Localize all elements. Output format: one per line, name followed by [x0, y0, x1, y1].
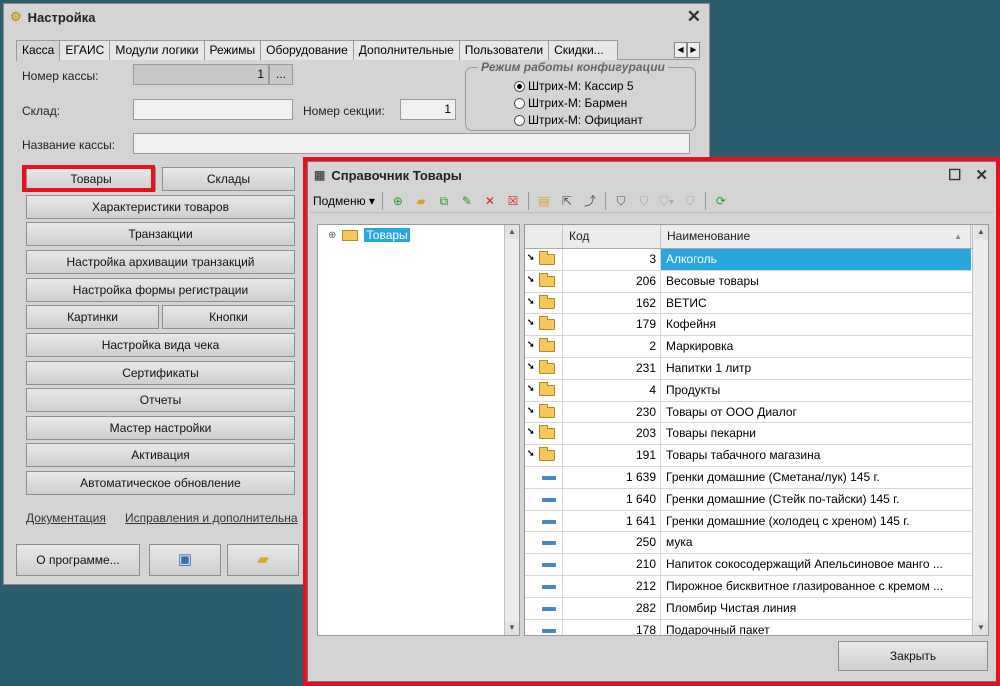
radio-selected-icon: [514, 80, 525, 92]
tab-egais[interactable]: ЕГАИС: [59, 40, 111, 60]
settings-tabs: Касса ЕГАИС Модули логики Режимы Оборудо…: [16, 40, 700, 61]
tab-kassa[interactable]: Касса: [16, 40, 61, 61]
register-number-label: Номер кассы:: [22, 69, 99, 83]
register-name-field[interactable]: [133, 133, 690, 154]
warehouses-button[interactable]: Склады: [162, 167, 295, 191]
activation-button[interactable]: Активация: [26, 443, 295, 467]
buttons-button[interactable]: Кнопки: [162, 305, 295, 329]
mode-group: Режим работы конфигурации Штрих-М: Касси…: [465, 60, 696, 131]
catalog-window-highlight: [303, 157, 1000, 686]
mode-radio-cashier[interactable]: Штрих-М: Кассир 5: [514, 79, 634, 93]
pictures-button[interactable]: Картинки: [26, 305, 159, 329]
mode-radio-waiter[interactable]: Штрих-М: Официант: [514, 113, 643, 127]
radio-icon: [514, 97, 525, 109]
register-number-select-button[interactable]: ...: [269, 64, 293, 85]
export-folder-icon[interactable]: ▰: [227, 544, 299, 576]
settings-title: Настройка: [27, 9, 96, 25]
settings-close-icon[interactable]: ✕: [687, 7, 701, 27]
reg-form-settings-button[interactable]: Настройка формы регистрации: [26, 278, 295, 302]
fixes-link[interactable]: Исправления и дополнительна: [125, 511, 301, 525]
settings-titlebar: ⚙ Настройка: [4, 4, 709, 30]
mode-group-legend: Режим работы конфигурации: [478, 60, 668, 74]
goods-button-highlight: [22, 165, 155, 192]
transactions-button[interactable]: Транзакции: [26, 222, 295, 246]
tab-additional[interactable]: Дополнительные: [352, 40, 460, 60]
warehouse-field[interactable]: [133, 99, 293, 120]
settings-app-icon: ⚙: [10, 9, 22, 24]
tab-scroll: ◀ ▶: [674, 42, 700, 58]
save-icon[interactable]: ▣: [149, 544, 221, 576]
tab-scroll-right-icon[interactable]: ▶: [687, 42, 700, 58]
mode-radio-barman[interactable]: Штрих-М: Бармен: [514, 96, 627, 110]
section-number-label: Номер секции:: [303, 104, 385, 118]
characteristics-button[interactable]: Характеристики товаров: [26, 195, 295, 219]
section-number-field[interactable]: 1: [400, 99, 456, 120]
tab-equipment[interactable]: Оборудование: [260, 40, 354, 60]
reports-button[interactable]: Отчеты: [26, 388, 295, 412]
wizard-button[interactable]: Мастер настройки: [26, 416, 295, 440]
tab-discounts[interactable]: Скидки...: [548, 40, 619, 60]
tab-modes[interactable]: Режимы: [203, 40, 262, 60]
warehouse-label: Склад:: [22, 104, 61, 118]
tab-logic-modules[interactable]: Модули логики: [109, 40, 205, 60]
archive-settings-button[interactable]: Настройка архивации транзакций: [26, 250, 295, 274]
register-number-field[interactable]: 1: [133, 64, 269, 85]
documentation-link[interactable]: Документация: [26, 511, 106, 525]
certificates-button[interactable]: Сертификаты: [26, 361, 295, 385]
receipt-settings-button[interactable]: Настройка вида чека: [26, 333, 295, 357]
autoupdate-button[interactable]: Автоматическое обновление: [26, 471, 295, 495]
tab-scroll-left-icon[interactable]: ◀: [674, 42, 687, 58]
about-button[interactable]: О программе...: [16, 544, 140, 576]
tab-users[interactable]: Пользователи: [458, 40, 550, 60]
register-name-label: Название кассы:: [22, 138, 116, 152]
radio-icon: [514, 114, 525, 126]
